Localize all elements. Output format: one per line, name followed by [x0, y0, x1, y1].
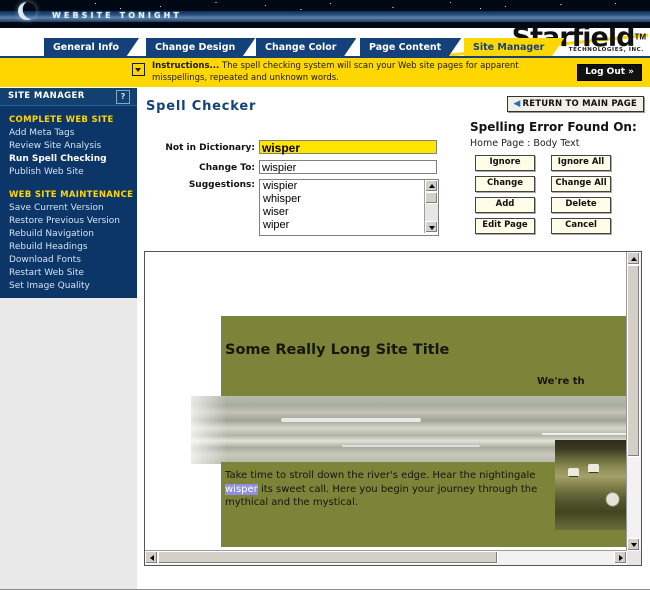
- edit-page-button[interactable]: Edit Page: [475, 218, 535, 234]
- tab-general-info[interactable]: General Info: [44, 38, 139, 57]
- instructions-bar: Instructions... The spell checking syste…: [0, 58, 650, 87]
- delete-button[interactable]: Delete: [551, 197, 611, 213]
- ignore-all-button[interactable]: Ignore All: [551, 155, 611, 171]
- spelling-error-heading: Spelling Error Found On:: [470, 120, 637, 134]
- sidebar-item-rebuild-headings[interactable]: Rebuild Headings: [9, 242, 88, 252]
- instructions-text: Instructions... The spell checking syste…: [152, 61, 552, 84]
- cancel-button[interactable]: Cancel: [551, 218, 611, 234]
- chevron-down-icon[interactable]: [132, 63, 145, 76]
- not-in-dictionary-field[interactable]: wisper: [259, 140, 437, 155]
- return-button-label: RETURN TO MAIN PAGE: [522, 99, 637, 109]
- preview-horizontal-scrollbar[interactable]: [145, 550, 627, 565]
- scroll-right-icon[interactable]: [614, 551, 627, 564]
- change-to-label: Change To:: [199, 163, 255, 173]
- preview-site-title: Some Really Long Site Title: [225, 342, 450, 358]
- vertical-scrollbar-thumb[interactable]: [627, 265, 640, 457]
- crescent-moon-icon: [18, 2, 36, 20]
- suggestion-option[interactable]: whisper: [260, 193, 438, 206]
- arrow-left-icon: ◀: [513, 99, 521, 109]
- ignore-button[interactable]: Ignore: [475, 155, 535, 171]
- page-preview-pane: Some Really Long Site Title We're th Tak…: [144, 251, 642, 566]
- sidebar-title: SITE MANAGER: [8, 91, 85, 101]
- sidebar-item-restore-previous-version[interactable]: Restore Previous Version: [9, 216, 120, 226]
- body-text-after: its sweet call. Here you begin your jour…: [225, 483, 538, 509]
- preview-body-text: Take time to stroll down the river's edg…: [225, 469, 555, 510]
- golf-course-photo: [555, 440, 626, 530]
- sidebar-item-run-spell-checking[interactable]: Run Spell Checking: [9, 154, 107, 164]
- sidebar-header: SITE MANAGER ?: [0, 88, 137, 106]
- suggestion-option[interactable]: wispier: [260, 180, 438, 193]
- scrollbar-corner: [627, 551, 641, 565]
- sidebar-group-web-site-maintenance: WEB SITE MAINTENANCE: [9, 190, 134, 200]
- logout-button[interactable]: Log Out »: [577, 64, 642, 81]
- scroll-up-icon[interactable]: [425, 180, 438, 192]
- sidebar: SITE MANAGER ? COMPLETE WEB SITE Add Met…: [0, 88, 137, 298]
- scroll-down-icon[interactable]: [425, 221, 438, 233]
- misspelled-word-highlight: wisper: [225, 483, 258, 495]
- tab-page-content[interactable]: Page Content: [360, 38, 461, 57]
- preview-header-banner: [221, 316, 626, 401]
- spelling-error-location: Home Page : Body Text: [470, 138, 580, 149]
- scrollbar-thumb[interactable]: [425, 192, 438, 204]
- scroll-up-icon[interactable]: [627, 252, 640, 265]
- sidebar-item-review-site-analysis[interactable]: Review Site Analysis: [9, 141, 101, 151]
- help-icon[interactable]: ?: [116, 90, 130, 104]
- page-title: Spell Checker: [146, 99, 257, 114]
- add-button[interactable]: Add: [475, 197, 535, 213]
- sidebar-item-save-current-version[interactable]: Save Current Version: [9, 203, 104, 213]
- change-to-input[interactable]: wispier: [259, 160, 437, 174]
- suggestions-listbox[interactable]: wispier whisper wiser wiper: [259, 179, 439, 236]
- website-tonight-app: WEBSITE TONIGHT StarfieldTM TECHNOLOGIES…: [0, 0, 650, 590]
- suggestions-label: Suggestions:: [188, 180, 255, 190]
- sidebar-item-rebuild-navigation[interactable]: Rebuild Navigation: [9, 229, 94, 239]
- sidebar-filler: [0, 298, 137, 590]
- instructions-heading: Instructions...: [152, 61, 220, 71]
- main-content: Spell Checker ◀ RETURN TO MAIN PAGE Not i…: [140, 88, 650, 590]
- horizontal-scrollbar-thumb[interactable]: [158, 551, 498, 564]
- suggestion-option[interactable]: wiser: [260, 206, 438, 219]
- preview-viewport: Some Really Long Site Title We're th Tak…: [147, 254, 626, 547]
- not-in-dictionary-label: Not in Dictionary:: [165, 143, 255, 153]
- preview-vertical-scrollbar[interactable]: [626, 252, 641, 551]
- suggestions-scrollbar[interactable]: [424, 180, 438, 233]
- sidebar-item-set-image-quality[interactable]: Set Image Quality: [9, 281, 90, 291]
- sidebar-item-download-fonts[interactable]: Download Fonts: [9, 255, 81, 265]
- suite-name-label: WEBSITE TONIGHT: [52, 11, 182, 20]
- body-text-before: Take time to stroll down the river's edg…: [225, 470, 536, 481]
- suggestion-option[interactable]: wiper: [260, 219, 438, 232]
- star-header-band: WEBSITE TONIGHT: [0, 0, 650, 28]
- preview-tagline: We're th: [537, 376, 585, 387]
- sidebar-item-restart-web-site[interactable]: Restart Web Site: [9, 268, 84, 278]
- tab-site-manager[interactable]: Site Manager: [464, 38, 564, 57]
- main-tab-bar: General Info Change Design Change Color …: [0, 38, 650, 58]
- sidebar-item-publish-web-site[interactable]: Publish Web Site: [9, 167, 84, 177]
- sidebar-item-add-meta-tags[interactable]: Add Meta Tags: [9, 128, 74, 138]
- change-button[interactable]: Change: [475, 176, 535, 192]
- change-all-button[interactable]: Change All: [551, 176, 611, 192]
- tab-change-design[interactable]: Change Design: [146, 38, 255, 57]
- scroll-down-icon[interactable]: [627, 538, 640, 551]
- return-to-main-page-button[interactable]: ◀ RETURN TO MAIN PAGE: [507, 96, 644, 112]
- sidebar-group-complete-web-site: COMPLETE WEB SITE: [9, 115, 114, 125]
- tab-change-color[interactable]: Change Color: [256, 38, 356, 57]
- scroll-left-icon[interactable]: [145, 551, 158, 564]
